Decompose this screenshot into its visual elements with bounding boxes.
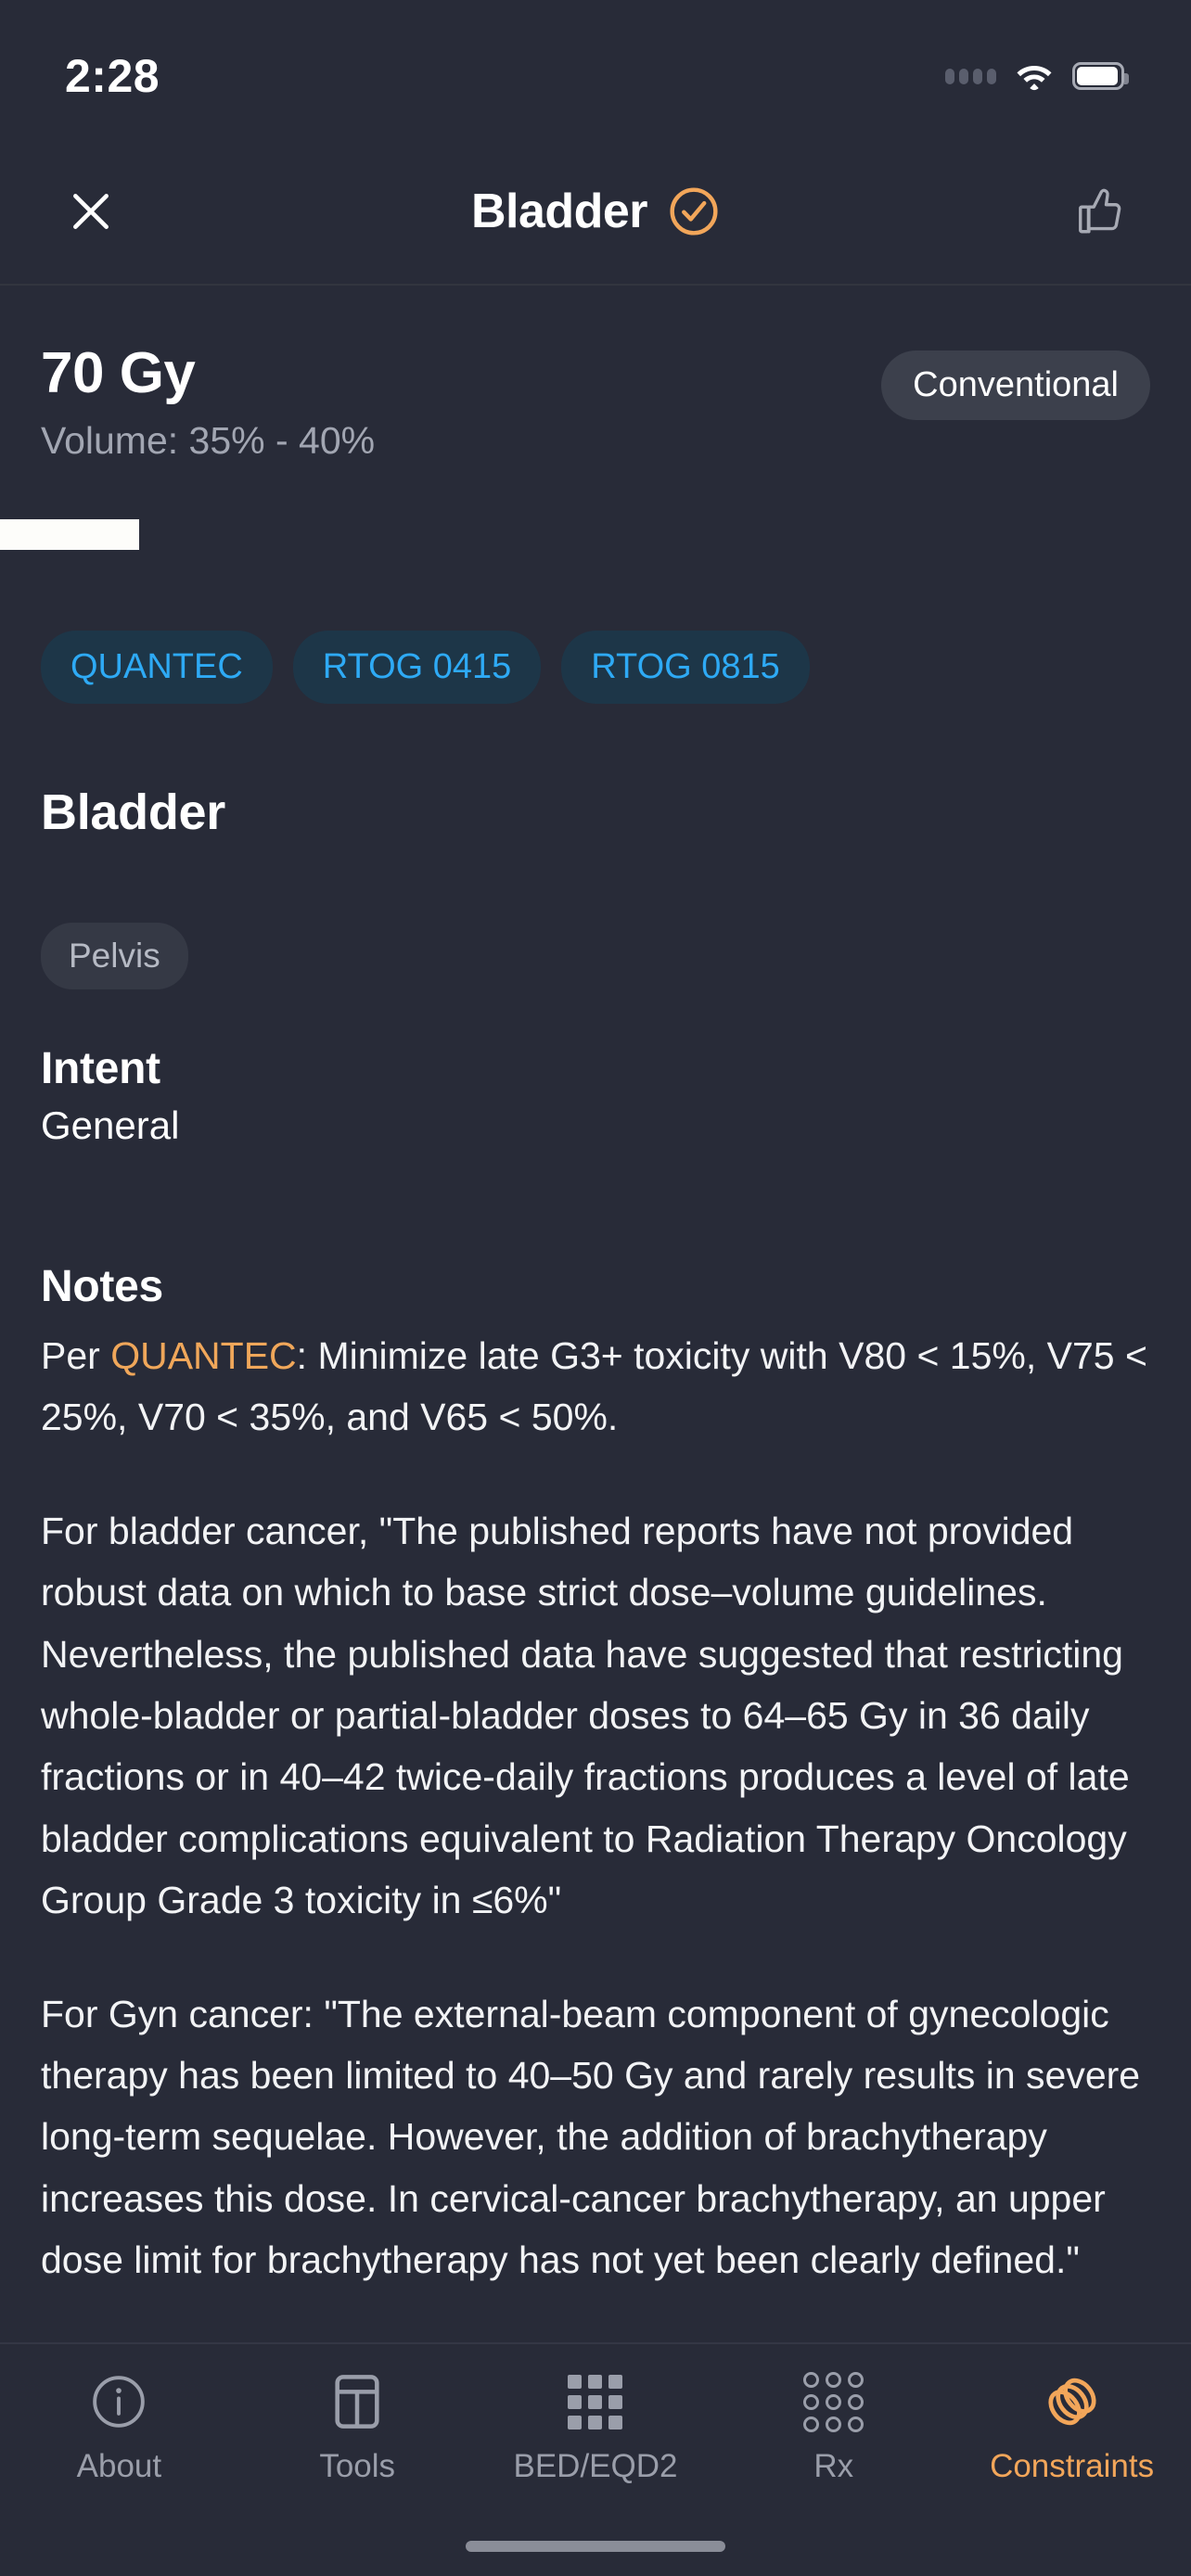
page-indicator[interactable] [0, 519, 1191, 550]
notes-heading: Notes [41, 1262, 163, 1311]
tag-chip[interactable]: QUANTEC [41, 631, 273, 704]
tab-about[interactable]: About [0, 2368, 238, 2485]
thumbs-up-button[interactable] [1061, 172, 1139, 250]
notes-paragraph-1: Per QUANTEC: Minimize late G3+ toxicity … [41, 1325, 1152, 1448]
layout-panel-icon [331, 2368, 383, 2435]
page-title: Bladder [470, 185, 648, 238]
thumbs-up-icon [1079, 188, 1121, 234]
tab-rx[interactable]: Rx [714, 2368, 953, 2485]
app-screen: 2:28 Bladder 70 Gy Volume: 35% - 40% Con… [0, 0, 1191, 2576]
close-icon [73, 194, 109, 229]
tab-constraints[interactable]: Constraints [953, 2368, 1191, 2485]
region-chip-wrap: Pelvis [41, 923, 188, 989]
organ-name: Bladder [41, 784, 225, 840]
intent-heading: Intent [41, 1044, 160, 1093]
grid-squares-icon [568, 2368, 623, 2435]
modality-badge: Conventional [881, 351, 1150, 420]
signal-dots-icon [945, 68, 996, 84]
close-button[interactable] [52, 172, 130, 250]
rings-icon [1040, 2368, 1105, 2435]
tag-chip[interactable]: RTOG 0815 [561, 631, 810, 704]
dose-value: 70 Gy [41, 341, 196, 405]
nav-bar: Bladder [0, 139, 1191, 286]
wifi-icon [1017, 66, 1052, 91]
region-chip[interactable]: Pelvis [41, 923, 188, 989]
tab-tools[interactable]: Tools [238, 2368, 477, 2485]
tag-chip[interactable]: RTOG 0415 [292, 631, 542, 704]
protocol-tags: QUANTEC RTOG 0415 RTOG 0815 [41, 631, 810, 704]
intent-section: Intent General [41, 1043, 1154, 1148]
quantec-link[interactable]: QUANTEC [110, 1334, 296, 1377]
tab-bed-eqd2[interactable]: BED/EQD2 [477, 2368, 715, 2485]
dose-volume: Volume: 35% - 40% [41, 419, 376, 462]
tab-label: Constraints [990, 2448, 1155, 2484]
info-circle-icon [90, 2368, 147, 2435]
nav-title-group: Bladder [130, 184, 1061, 239]
dose-row: 70 Gy Volume: 35% - 40% Conventional [41, 345, 1150, 463]
grid-circles-icon [803, 2368, 864, 2435]
status-time: 2:28 [65, 50, 160, 102]
notes-paragraph-3: For Gyn cancer: "The external-beam compo… [41, 1992, 1141, 2282]
verified-check-circle-icon[interactable] [668, 185, 720, 237]
tab-label: Tools [319, 2448, 396, 2484]
tab-label: Rx [813, 2448, 854, 2484]
notes-section: Notes Per QUANTEC: Minimize late G3+ tox… [41, 1261, 1152, 2329]
intent-value: General [41, 1103, 180, 1147]
status-indicators [945, 60, 1129, 92]
notes-prefix: Per [41, 1334, 111, 1377]
status-bar: 2:28 [0, 0, 1191, 139]
dose-info: 70 Gy Volume: 35% - 40% [41, 345, 375, 463]
notes-paragraph-2: For bladder cancer, "The published repor… [41, 1509, 1130, 1922]
tab-label: BED/EQD2 [513, 2448, 678, 2484]
dose-header: 70 Gy Volume: 35% - 40% Conventional [0, 287, 1191, 463]
page-indicator-active-bar [0, 519, 139, 550]
home-indicator [466, 2541, 725, 2552]
tab-label: About [76, 2448, 162, 2484]
battery-icon [1072, 62, 1129, 90]
